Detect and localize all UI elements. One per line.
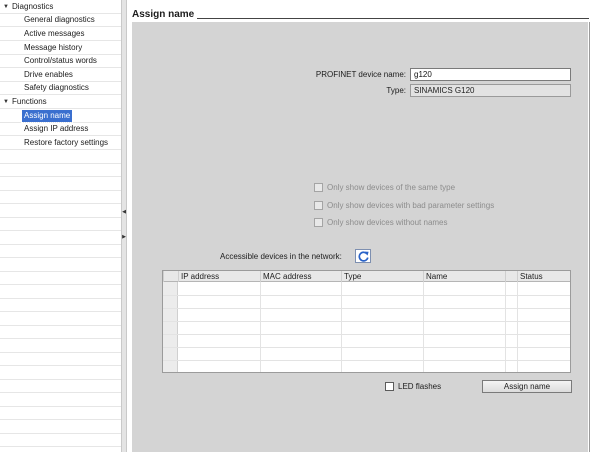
assign-name-panel: Assign name PROFINET device name: g120 T… [127, 0, 594, 452]
checkbox-label: Only show devices with bad parameter set… [327, 201, 495, 210]
tree-item-general-diagnostics[interactable]: General diagnostics [0, 14, 121, 27]
tree-item-safety-diagnostics[interactable]: Safety diagnostics [0, 82, 121, 95]
table-row-divider [163, 360, 570, 361]
tree-empty-row [0, 272, 121, 285]
column-ip-address[interactable]: IP address [178, 271, 260, 282]
collapse-left-icon[interactable]: ◀ [122, 209, 126, 215]
tree-item-label: Safety diagnostics [24, 83, 89, 92]
column-status[interactable]: Status [517, 271, 570, 282]
tree-item-active-messages[interactable]: Active messages [0, 28, 121, 41]
tree-item-label: General diagnostics [24, 15, 95, 24]
tree-item-label: Assign name [20, 109, 74, 123]
tree-empty-row [0, 245, 121, 258]
title-divider [132, 18, 589, 19]
tree-item-assign-ip-address[interactable]: Assign IP address [0, 123, 121, 136]
tree-empty-row [0, 164, 121, 177]
tree-empty-row [0, 353, 121, 366]
tree-empty-row [0, 232, 121, 245]
tree-empty-row [0, 340, 121, 353]
expand-right-icon[interactable]: ▶ [122, 234, 126, 240]
tree-item-label: Control/status words [24, 56, 97, 65]
table-row-divider [163, 295, 570, 296]
checkbox-label: Only show devices without names [327, 218, 448, 227]
tree-item-label: Restore factory settings [24, 138, 109, 147]
tree-item-label: Assign IP address [24, 124, 89, 133]
column-mac-address[interactable]: MAC address [260, 271, 341, 282]
tree-empty-row [0, 151, 121, 164]
tree-empty-row [0, 407, 121, 420]
triangle-down-icon[interactable]: ▼ [3, 1, 11, 13]
tree-item-message-history[interactable]: Message history [0, 42, 121, 55]
table-column-divider [341, 282, 342, 372]
profinet-device-name-label: PROFINET device name: [315, 70, 406, 79]
tree-item-restore-factory-settings[interactable]: Restore factory settings [0, 137, 121, 150]
tree-empty-row [0, 326, 121, 339]
type-value: SINAMICS G120 [410, 84, 571, 97]
tree-group-label: Diagnostics [12, 2, 54, 11]
tree-group-functions[interactable]: ▼ Functions [0, 96, 121, 109]
column-spacer [505, 271, 517, 282]
table-column-divider [260, 282, 261, 372]
tree-empty-row [0, 191, 121, 204]
table-row-divider [163, 321, 570, 322]
tree-empty-row [0, 313, 121, 326]
table-column-divider [517, 282, 518, 372]
page-title: Assign name [132, 9, 198, 20]
checkbox-box[interactable] [314, 218, 323, 227]
table-column-divider [505, 282, 506, 372]
tree-empty-row [0, 299, 121, 312]
tree-empty-row [0, 394, 121, 407]
accessible-devices-label: Accessible devices in the network: [220, 252, 342, 261]
table-row-divider [163, 308, 570, 309]
tree-empty-row [0, 259, 121, 272]
profinet-device-name-input[interactable]: g120 [410, 68, 571, 81]
column-type[interactable]: Type [341, 271, 423, 282]
tree-empty-row [0, 421, 121, 434]
tree-empty-row [0, 286, 121, 299]
type-label: Type: [386, 86, 406, 95]
tree-item-control-status-words[interactable]: Control/status words [0, 55, 121, 68]
tree-empty-row [0, 367, 121, 380]
tree-empty-row [0, 218, 121, 231]
tree-empty-row [0, 434, 121, 447]
tree-item-label: Drive enables [24, 70, 73, 79]
tree-empty-row [0, 205, 121, 218]
table-column-divider [423, 282, 424, 372]
navigation-tree: ▼ Diagnostics General diagnostics Active… [0, 0, 121, 452]
table-header: IP address MAC address Type Name Status [163, 271, 570, 282]
tree-item-label: Active messages [24, 29, 85, 38]
refresh-button[interactable] [355, 249, 371, 263]
panel-right-edge [589, 22, 591, 452]
tree-group-label: Functions [12, 97, 47, 106]
checkbox-box[interactable] [314, 183, 323, 192]
tree-item-assign-name[interactable]: Assign name [0, 109, 121, 123]
checkbox-label: LED flashes [398, 382, 442, 391]
triangle-down-icon[interactable]: ▼ [3, 96, 11, 108]
tree-empty-row [0, 380, 121, 393]
panel-body: PROFINET device name: g120 Type: SINAMIC… [132, 22, 588, 452]
tree-item-label: Message history [24, 43, 83, 52]
accessible-devices-table[interactable]: IP address MAC address Type Name Status [162, 270, 571, 373]
table-row-divider [163, 347, 570, 348]
row-header-corner [163, 271, 178, 282]
tree-group-diagnostics[interactable]: ▼ Diagnostics [0, 1, 121, 14]
assign-name-button[interactable]: Assign name [482, 380, 572, 393]
checkbox-box[interactable] [314, 201, 323, 210]
checkbox-label: Only show devices of the same type [327, 183, 456, 192]
tree-item-drive-enables[interactable]: Drive enables [0, 69, 121, 82]
table-row-divider [163, 334, 570, 335]
checkbox-box[interactable] [385, 382, 394, 391]
column-name[interactable]: Name [423, 271, 505, 282]
tree-empty-row [0, 178, 121, 191]
